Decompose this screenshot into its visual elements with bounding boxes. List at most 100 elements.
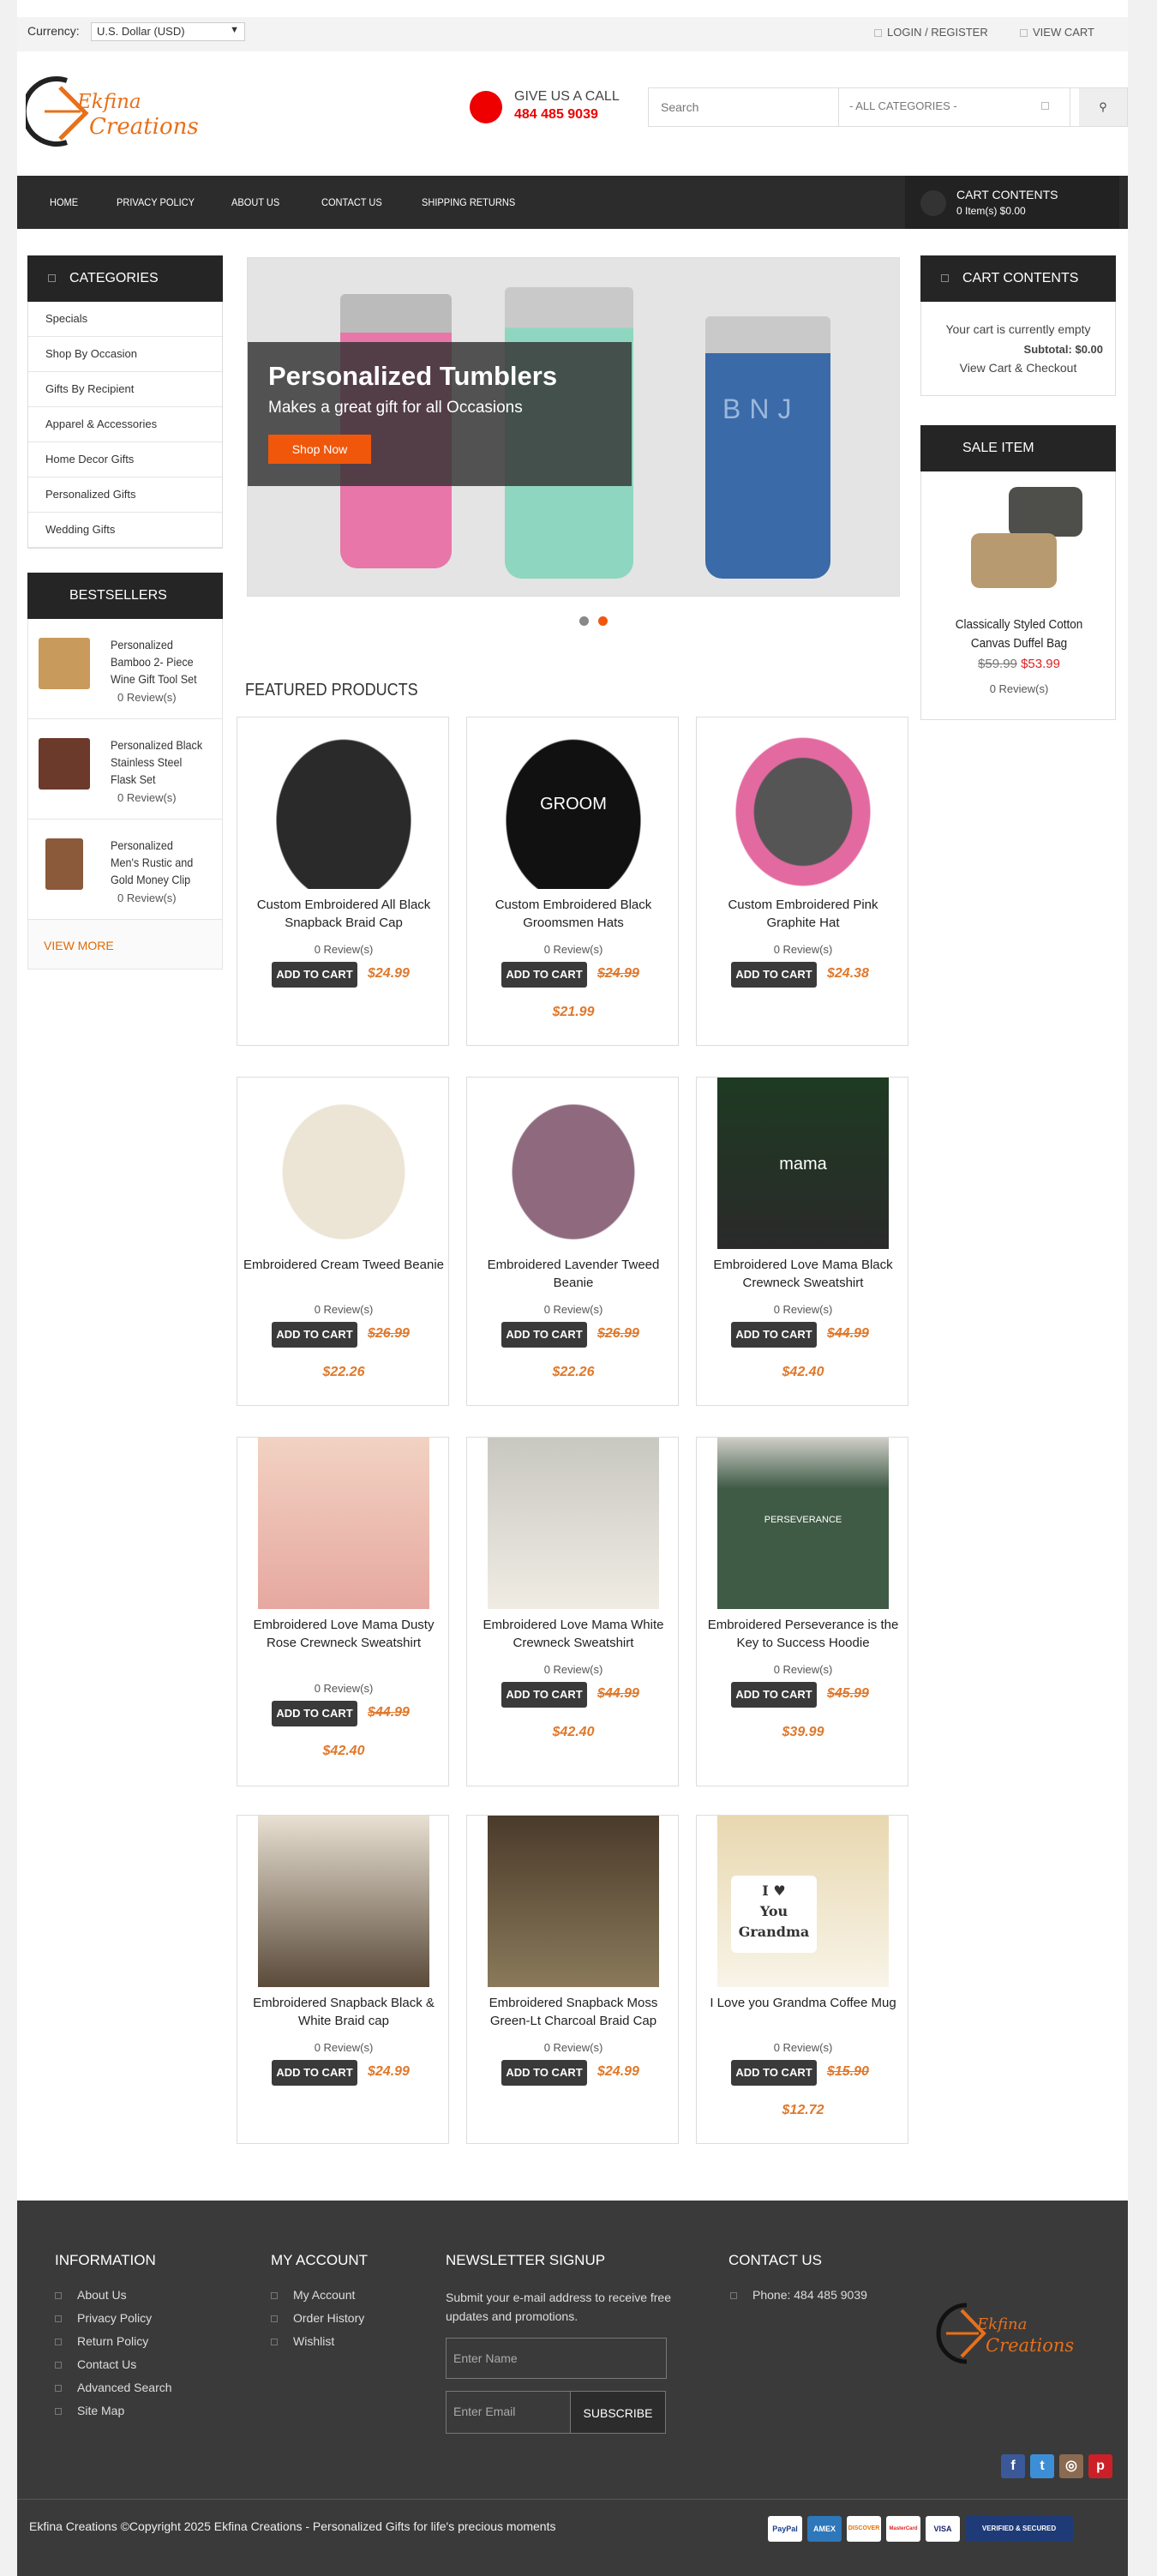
pinterest-icon[interactable]: p	[1088, 2454, 1112, 2478]
newsletter-name-input[interactable]: Enter Name	[446, 2338, 667, 2379]
category-home-decor[interactable]: Home Decor Gifts	[28, 442, 222, 477]
add-to-cart-button[interactable]: ADD TO CART	[731, 962, 817, 988]
product-name[interactable]: Custom Embroidered All Black Snapback Br…	[243, 896, 445, 932]
site-logo[interactable]: Ekfina Creations	[21, 69, 223, 154]
cap-groom-image[interactable]: GROOM	[488, 718, 659, 889]
product-name[interactable]: Embroidered Cream Tweed Beanie	[243, 1256, 445, 1274]
product-name[interactable]: I Love you Grandma Coffee Mug	[702, 1994, 904, 2012]
sweat-black-image[interactable]: mama	[717, 1078, 889, 1249]
sweat-rose-image[interactable]	[258, 1438, 429, 1609]
product-name[interactable]: Embroidered Snapback Moss Green-Lt Charc…	[472, 1994, 674, 2030]
product-card[interactable]: Custom Embroidered Pink Graphite Hat 0 Re…	[696, 717, 908, 1046]
sale-product[interactable]: Classically Styled Cotton Canvas Duffel …	[920, 471, 1116, 720]
nav-about-us[interactable]: ABOUT US	[231, 196, 279, 208]
category-personalized-gifts[interactable]: Personalized Gifts	[28, 477, 222, 513]
product-card[interactable]: I ♥ You Grandma I Love you Grandma Coffee M…	[696, 1815, 908, 2144]
category-shop-by-occasion[interactable]: Shop By Occasion	[28, 337, 222, 372]
product-card[interactable]: GROOM Custom Embroidered Black Groomsmen …	[466, 717, 679, 1046]
product-name[interactable]: Embroidered Love Mama Dusty Rose Crewnec…	[243, 1616, 445, 1652]
bestseller-item[interactable]: Personalized Black Stainless Steel Flask…	[27, 719, 223, 820]
twitter-icon[interactable]: t	[1030, 2454, 1054, 2478]
add-to-cart-button[interactable]: ADD TO CART	[501, 2060, 587, 2086]
category-select[interactable]: - ALL CATEGORIES -	[839, 88, 1070, 126]
call-number[interactable]: 484 485 9039	[514, 107, 598, 123]
footer-link-wishlist[interactable]: Wishlist	[271, 2334, 334, 2348]
nav-home[interactable]: HOME	[50, 196, 78, 208]
footer-link-about[interactable]: About Us	[55, 2288, 127, 2302]
product-name[interactable]: Embroidered Lavender Tweed Beanie	[472, 1256, 674, 1292]
footer-link-my-account[interactable]: My Account	[271, 2288, 355, 2302]
subscribe-button[interactable]: SUBSCRIBE	[570, 2391, 666, 2434]
view-more-link[interactable]: VIEW MORE	[27, 920, 223, 970]
product-card[interactable]: Embroidered Love Mama White Crewneck Swe…	[466, 1437, 679, 1786]
add-to-cart-button[interactable]: ADD TO CART	[272, 1701, 357, 1726]
hero-slider[interactable]: BNJ Personalized Tumblers Makes a great …	[247, 257, 900, 597]
product-name[interactable]: Custom Embroidered Black Groomsmen Hats	[472, 896, 674, 932]
view-cart-link[interactable]: VIEW CART	[1020, 26, 1094, 39]
product-name[interactable]: Embroidered Snapback Black & White Braid…	[243, 1994, 445, 2030]
mug-image[interactable]: I ♥ You Grandma	[717, 1816, 889, 1987]
add-to-cart-button[interactable]: ADD TO CART	[731, 1322, 817, 1348]
newsletter-email-input[interactable]: Enter Email	[446, 2391, 571, 2434]
add-to-cart-button[interactable]: ADD TO CART	[731, 2060, 817, 2086]
product-card[interactable]: Embroidered Love Mama Dusty Rose Crewnec…	[237, 1437, 449, 1786]
add-to-cart-button[interactable]: ADD TO CART	[272, 962, 357, 988]
product-card[interactable]: Embroidered Cream Tweed Beanie 0 Review(s…	[237, 1077, 449, 1406]
product-card[interactable]: PERSEVERANCE Embroidered Perseverance is …	[696, 1437, 908, 1786]
shop-now-button[interactable]: Shop Now	[268, 435, 371, 464]
category-wedding-gifts[interactable]: Wedding Gifts	[28, 513, 222, 548]
product-card[interactable]: Embroidered Lavender Tweed Beanie 0 Revie…	[466, 1077, 679, 1406]
add-to-cart-button[interactable]: ADD TO CART	[501, 1682, 587, 1708]
sale-product-name[interactable]: Classically Styled Cotton Canvas Duffel …	[938, 615, 1099, 653]
product-card[interactable]: Embroidered Snapback Black & White Braid…	[237, 1815, 449, 2144]
bestseller-item[interactable]: Personalized Bamboo 2- Piece Wine Gift T…	[27, 619, 223, 719]
footer-information-title: INFORMATION	[55, 2252, 156, 2268]
footer-link-site-map[interactable]: Site Map	[55, 2404, 124, 2417]
product-name[interactable]: Embroidered Love Mama White Crewneck Swe…	[472, 1616, 674, 1652]
search-input[interactable]	[649, 88, 839, 126]
beanie-lavender-image[interactable]	[488, 1078, 659, 1249]
footer-link-contact[interactable]: Contact Us	[55, 2357, 136, 2371]
cap-bw-image[interactable]	[258, 1816, 429, 1987]
instagram-icon[interactable]: ◎	[1059, 2454, 1083, 2478]
category-specials[interactable]: Specials	[28, 302, 222, 337]
slider-dot-2[interactable]	[598, 616, 608, 626]
add-to-cart-button[interactable]: ADD TO CART	[501, 962, 587, 988]
product-name[interactable]: Custom Embroidered Pink Graphite Hat	[702, 896, 904, 932]
product-name[interactable]: Embroidered Perseverance is the Key to S…	[702, 1616, 904, 1652]
cap-black-image[interactable]	[258, 718, 429, 889]
product-card[interactable]: mama Embroidered Love Mama Black Crewneck…	[696, 1077, 908, 1406]
search-button[interactable]: ⚲	[1079, 88, 1127, 126]
login-register-link[interactable]: LOGIN / REGISTER	[874, 26, 988, 39]
product-card[interactable]: Embroidered Snapback Moss Green-Lt Charc…	[466, 1815, 679, 2144]
category-apparel[interactable]: Apparel & Accessories	[28, 407, 222, 442]
bestseller-item[interactable]: Personalized Men's Rustic and Gold Money…	[27, 820, 223, 920]
hoodie-green-image[interactable]: PERSEVERANCE	[717, 1438, 889, 1609]
footer-link-return[interactable]: Return Policy	[55, 2334, 148, 2348]
footer-link-order-history[interactable]: Order History	[271, 2311, 364, 2325]
sweat-white-image[interactable]	[488, 1438, 659, 1609]
add-to-cart-button[interactable]: ADD TO CART	[731, 1682, 817, 1708]
add-to-cart-button[interactable]: ADD TO CART	[501, 1322, 587, 1348]
view-cart-checkout-link[interactable]: View Cart & Checkout	[921, 356, 1115, 375]
cap-moss-image[interactable]	[488, 1816, 659, 1987]
footer-link-advanced-search[interactable]: Advanced Search	[55, 2381, 172, 2394]
bestseller-name[interactable]: Personalized Men's Rustic and Gold Money…	[111, 837, 203, 888]
cap-pink-image[interactable]	[717, 718, 889, 889]
category-gifts-by-recipient[interactable]: Gifts By Recipient	[28, 372, 222, 407]
footer-link-privacy[interactable]: Privacy Policy	[55, 2311, 152, 2325]
facebook-icon[interactable]: f	[1001, 2454, 1025, 2478]
product-card[interactable]: Custom Embroidered All Black Snapback Br…	[237, 717, 449, 1046]
bestseller-name[interactable]: Personalized Black Stainless Steel Flask…	[111, 736, 203, 788]
nav-contact-us[interactable]: CONTACT US	[321, 196, 382, 208]
slider-dot-1[interactable]	[579, 616, 589, 626]
beanie-cream-image[interactable]	[258, 1078, 429, 1249]
nav-shipping-returns[interactable]: SHIPPING RETURNS	[422, 196, 515, 208]
add-to-cart-button[interactable]: ADD TO CART	[272, 2060, 357, 2086]
nav-privacy-policy[interactable]: PRIVACY POLICY	[117, 196, 195, 208]
currency-select[interactable]: U.S. Dollar (USD) ▼	[91, 22, 245, 41]
bestseller-name[interactable]: Personalized Bamboo 2- Piece Wine Gift T…	[111, 636, 203, 688]
add-to-cart-button[interactable]: ADD TO CART	[272, 1322, 357, 1348]
header-cart[interactable]: CART CONTENTS 0 Item(s) $0.00	[905, 176, 1119, 229]
product-name[interactable]: Embroidered Love Mama Black Crewneck Swe…	[702, 1256, 904, 1292]
